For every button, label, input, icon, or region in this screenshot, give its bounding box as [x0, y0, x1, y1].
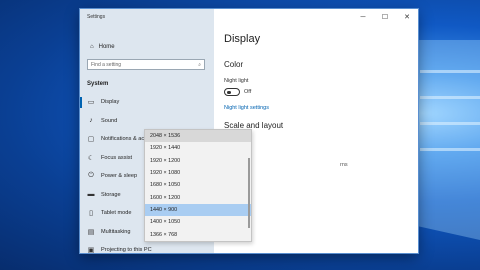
sidebar-item-label: Storage — [101, 191, 121, 198]
resolution-option-selected[interactable]: 1440 × 900 — [145, 203, 251, 217]
sidebar-item-label: Display — [101, 99, 120, 106]
window-title: Settings — [87, 14, 106, 20]
night-light-label: Night light — [224, 78, 249, 84]
multitasking-icon: ▤ — [87, 228, 95, 236]
storage-icon: ▬ — [87, 191, 95, 199]
sidebar-item-label: Projecting to this PC — [101, 247, 152, 254]
wallpaper-beam — [420, 122, 480, 125]
search-placeholder: Find a setting — [91, 61, 122, 68]
minimize-button[interactable]: ─ — [352, 9, 374, 25]
sidebar-item-label: Sound — [101, 117, 118, 124]
sidebar-item-label: Focus assist — [101, 154, 133, 161]
resolution-option[interactable]: 1600 × 1200 — [145, 191, 251, 203]
tablet-icon: ▯ — [89, 210, 93, 218]
toggle-knob — [227, 90, 231, 94]
page-title: Display — [224, 33, 261, 45]
sidebar-item-display[interactable]: ▭ Display — [80, 93, 214, 112]
search-icon: ⌕ — [198, 61, 201, 68]
search-input[interactable]: Find a setting ⌕ — [87, 59, 205, 70]
resolution-option[interactable]: 1920 × 1080 — [145, 167, 251, 179]
night-light-settings-link[interactable]: Night light settings — [224, 105, 269, 111]
wallpaper-beam — [420, 70, 480, 73]
resolution-option[interactable]: 1400 × 1050 — [145, 216, 251, 228]
sidebar-item-projecting[interactable]: ▣ Projecting to this PC — [80, 241, 214, 260]
color-heading: Color — [224, 60, 244, 69]
power-icon: ⏻ — [88, 172, 94, 180]
sidebar-item-sound[interactable]: ♪ Sound — [80, 112, 214, 131]
wallpaper-beam — [420, 96, 480, 99]
home-icon: ⌂ — [90, 44, 94, 50]
resolution-option[interactable]: 1680 × 1050 — [145, 179, 251, 191]
resolution-option[interactable]: 1366 × 768 — [145, 228, 251, 240]
resolution-option[interactable]: 1920 × 1440 — [145, 142, 251, 154]
dropdown-scrollbar[interactable] — [248, 158, 250, 228]
close-button[interactable]: ✕ — [396, 9, 418, 25]
monitor-icon: ▭ — [87, 99, 95, 107]
notifications-icon: ▢ — [87, 136, 95, 144]
resolution-option[interactable]: 2048 × 1536 — [145, 130, 251, 143]
projecting-icon: ▣ — [87, 247, 95, 255]
resolution-option[interactable]: 1920 × 1200 — [145, 155, 251, 167]
sidebar-item-label: Multitasking — [101, 228, 131, 235]
night-light-state: Off — [244, 89, 252, 95]
home-label: Home — [98, 44, 115, 50]
window-controls: ─ ☐ ✕ — [352, 9, 418, 25]
maximize-button[interactable]: ☐ — [374, 9, 396, 25]
night-light-toggle[interactable] — [224, 88, 240, 96]
obscured-text: rns — [340, 162, 348, 168]
sidebar-item-label: Power & sleep — [101, 173, 138, 180]
moon-icon: ☾ — [87, 154, 95, 162]
wallpaper-beam — [420, 148, 480, 151]
home-link[interactable]: ⌂ Home — [90, 44, 115, 50]
speaker-icon: ♪ — [89, 117, 93, 125]
resolution-dropdown-list[interactable]: 2048 × 1536 1920 × 1440 1920 × 1200 1920… — [144, 129, 252, 242]
sidebar-item-label: Tablet mode — [101, 210, 132, 217]
sidebar-section-title: System — [87, 81, 109, 87]
